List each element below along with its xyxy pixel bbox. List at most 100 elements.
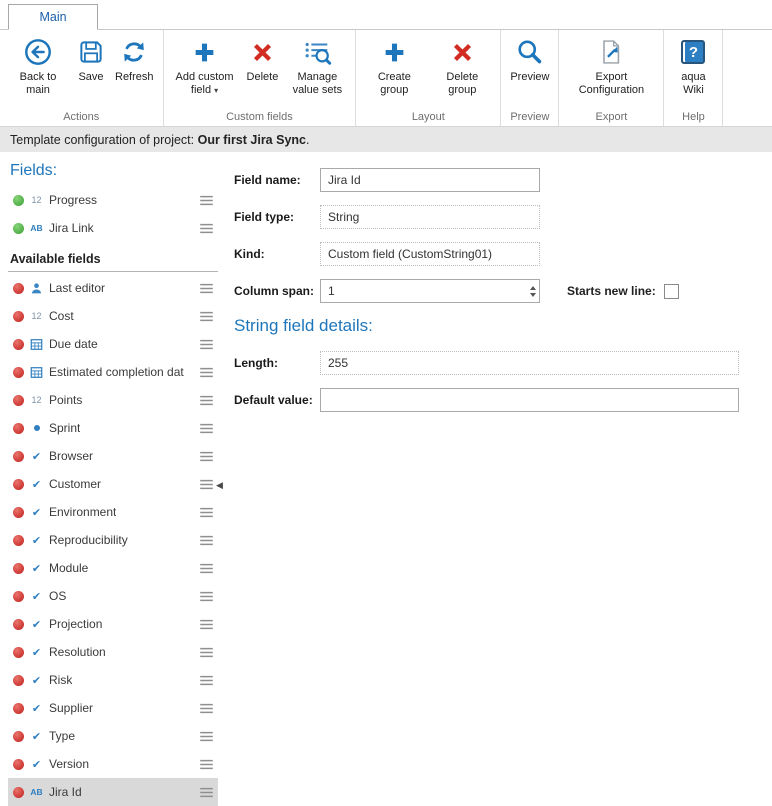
field-item[interactable]: ✔Browser — [8, 442, 218, 470]
field-type-input[interactable] — [320, 205, 540, 229]
drag-handle-icon[interactable] — [199, 283, 214, 294]
create-group-button[interactable]: Create group — [360, 32, 428, 110]
add-custom-field-button[interactable]: Add custom field ▾ — [168, 32, 242, 110]
field-name-label: Field name: — [234, 173, 320, 187]
default-value-input[interactable] — [320, 388, 739, 412]
content-area: Fields: 12ProgressABJira Link Available … — [0, 152, 772, 805]
drag-handle-icon[interactable] — [199, 647, 214, 658]
field-item[interactable]: ✔Projection — [8, 610, 218, 638]
field-item-label: Reproducibility — [49, 533, 128, 547]
aqua-wiki-button[interactable]: ? aqua Wiki — [668, 32, 718, 110]
status-dot-icon — [13, 339, 24, 350]
manage-value-sets-button[interactable]: Manage value sets — [283, 32, 351, 110]
field-item[interactable]: ABJira Link — [8, 214, 218, 242]
drag-handle-icon[interactable] — [199, 759, 214, 770]
sidebar-collapse-arrow[interactable]: ◀ — [216, 480, 223, 491]
drag-handle-icon[interactable] — [199, 339, 214, 350]
ribbon-group-help: ? aqua Wiki Help — [664, 30, 723, 126]
field-item[interactable]: ✔Module — [8, 554, 218, 582]
drag-handle-icon[interactable] — [199, 479, 214, 490]
drag-handle-icon[interactable] — [199, 311, 214, 322]
field-item[interactable]: ✔Customer — [8, 470, 218, 498]
field-item[interactable]: Sprint — [8, 414, 218, 442]
field-item[interactable]: ✔OS — [8, 582, 218, 610]
delete-group-button[interactable]: Delete group — [428, 32, 496, 110]
spinner-down-icon[interactable] — [530, 293, 536, 297]
drag-handle-icon[interactable] — [199, 731, 214, 742]
drag-handle-icon[interactable] — [199, 619, 214, 630]
drag-handle-icon[interactable] — [199, 563, 214, 574]
delete-button[interactable]: Delete — [242, 32, 284, 110]
field-item[interactable]: ABJira Id — [8, 778, 218, 806]
group-label-help: Help — [664, 110, 722, 126]
field-item[interactable]: Estimated completion dat — [8, 358, 218, 386]
drag-handle-icon[interactable] — [199, 591, 214, 602]
check-icon: ✔ — [29, 562, 44, 575]
field-item-label: Browser — [49, 449, 93, 463]
field-item-label: Version — [49, 757, 89, 771]
field-item[interactable]: ✔Risk — [8, 666, 218, 694]
drag-handle-icon[interactable] — [199, 395, 214, 406]
drag-handle-icon[interactable] — [199, 367, 214, 378]
check-icon: ✔ — [29, 758, 44, 771]
field-item-label: Cost — [49, 309, 74, 323]
preview-icon — [515, 35, 544, 69]
field-item[interactable]: Due date — [8, 330, 218, 358]
field-item[interactable]: ✔Resolution — [8, 638, 218, 666]
status-dot-icon — [13, 535, 24, 546]
drag-handle-icon[interactable] — [199, 787, 214, 798]
status-dot-icon — [13, 283, 24, 294]
tab-main-label: Main — [39, 10, 66, 24]
drag-handle-icon[interactable] — [199, 703, 214, 714]
drag-handle-icon[interactable] — [199, 675, 214, 686]
drag-handle-icon[interactable] — [199, 535, 214, 546]
spinner-up-icon[interactable] — [530, 286, 536, 290]
create-group-label: Create group — [365, 71, 423, 97]
field-item-label: Supplier — [49, 701, 93, 715]
fields-title: Fields: — [10, 162, 218, 180]
delete-icon — [450, 35, 475, 69]
available-fields-title: Available fields — [8, 244, 218, 272]
field-item[interactable]: ✔Reproducibility — [8, 526, 218, 554]
drag-handle-icon[interactable] — [199, 507, 214, 518]
length-input[interactable] — [320, 351, 739, 375]
status-dot-icon — [13, 563, 24, 574]
refresh-button[interactable]: Refresh — [110, 32, 159, 110]
delete-group-label: Delete group — [433, 71, 491, 97]
check-icon: ✔ — [29, 506, 44, 519]
field-item[interactable]: ✔Environment — [8, 498, 218, 526]
drag-handle-icon[interactable] — [199, 223, 214, 234]
kind-input[interactable] — [320, 242, 540, 266]
back-to-main-label: Back to main — [9, 71, 67, 97]
number-icon: 12 — [29, 311, 44, 321]
field-item-label: Sprint — [49, 421, 80, 435]
status-dot-icon — [13, 759, 24, 770]
field-item[interactable]: ✔Supplier — [8, 694, 218, 722]
tab-strip: Main — [0, 0, 772, 30]
export-configuration-button[interactable]: Export Configuration — [563, 32, 659, 110]
drag-handle-icon[interactable] — [199, 195, 214, 206]
tab-main[interactable]: Main — [8, 4, 98, 30]
calendar-icon — [29, 338, 44, 351]
save-button[interactable]: Save — [72, 32, 110, 110]
group-label-layout: Layout — [356, 110, 500, 126]
column-span-spinner[interactable] — [530, 279, 536, 303]
field-item[interactable]: 12Progress — [8, 186, 218, 214]
starts-new-line-checkbox[interactable] — [664, 284, 679, 299]
column-span-input[interactable] — [320, 279, 540, 303]
preview-button[interactable]: Preview — [505, 32, 554, 110]
field-item-label: Due date — [49, 337, 98, 351]
check-icon: ✔ — [29, 478, 44, 491]
drag-handle-icon[interactable] — [199, 451, 214, 462]
field-item[interactable]: 12Points — [8, 386, 218, 414]
field-item-label: OS — [49, 589, 66, 603]
field-item[interactable]: 12 Cost — [8, 302, 218, 330]
status-dot-icon — [13, 367, 24, 378]
back-to-main-button[interactable]: Back to main — [4, 32, 72, 110]
field-item[interactable]: ✔Type — [8, 722, 218, 750]
field-item[interactable]: Last editor — [8, 274, 218, 302]
status-dot-icon — [13, 787, 24, 798]
drag-handle-icon[interactable] — [199, 423, 214, 434]
field-name-input[interactable] — [320, 168, 540, 192]
field-item[interactable]: ✔ Version — [8, 750, 218, 778]
